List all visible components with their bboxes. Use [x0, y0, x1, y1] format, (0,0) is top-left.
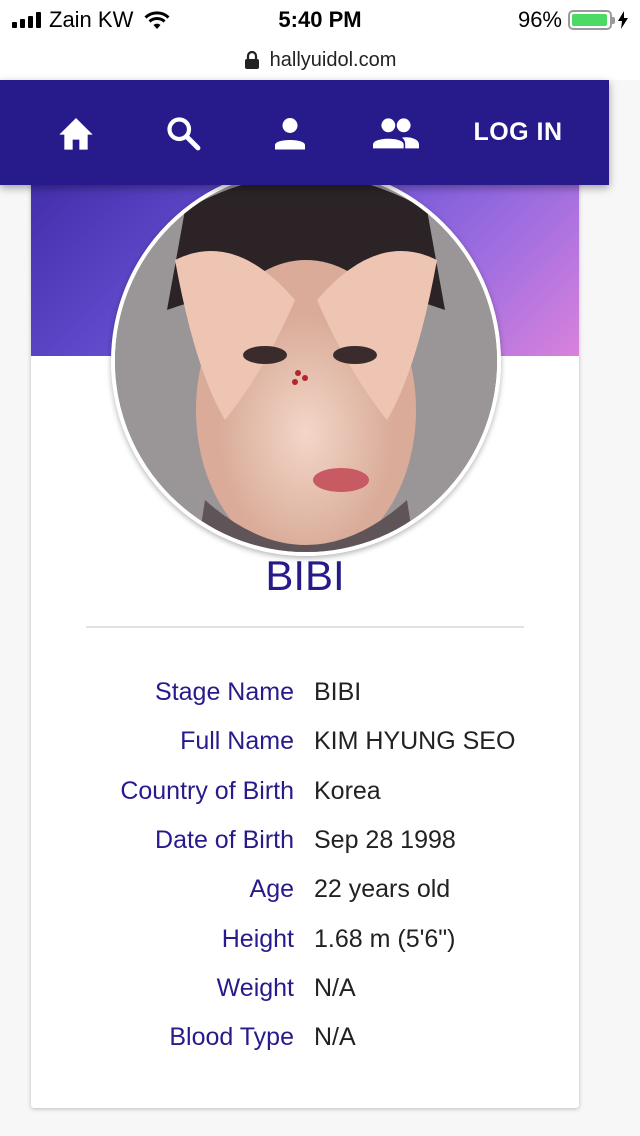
- battery-info: 96%: [517, 7, 628, 32]
- groups-button[interactable]: [368, 80, 424, 185]
- battery-level: [572, 14, 607, 26]
- detail-label: Height: [221, 925, 294, 953]
- profile-button[interactable]: [264, 80, 316, 185]
- detail-label: Full Name: [180, 727, 294, 755]
- detail-row-full-name: Full Name KIM HYUNG SEO: [31, 727, 579, 767]
- detail-row-date-of-birth: Date of Birth Sep 28 1998: [31, 826, 579, 866]
- top-navbar: LOG IN: [0, 80, 609, 185]
- detail-value: N/A: [314, 1023, 356, 1051]
- detail-value: Sep 28 1998: [314, 826, 456, 854]
- battery-icon: [568, 10, 615, 30]
- detail-label: Weight: [216, 974, 294, 1002]
- lock-icon: [244, 50, 259, 69]
- url-text: hallyuidol.com: [269, 48, 397, 71]
- detail-label: Age: [249, 875, 294, 903]
- detail-row-blood-type: Blood Type N/A: [31, 1023, 579, 1063]
- person-icon: [275, 117, 305, 149]
- address-bar[interactable]: hallyuidol.com: [0, 40, 640, 80]
- detail-value: 1.68 m (5'6"): [314, 925, 456, 953]
- detail-value: N/A: [314, 974, 356, 1002]
- home-button[interactable]: [50, 80, 102, 185]
- detail-value: 22 years old: [314, 875, 451, 903]
- profile-photo: [111, 166, 501, 556]
- detail-value: KIM HYUNG SEO: [314, 727, 516, 755]
- detail-row-age: Age 22 years old: [31, 875, 579, 915]
- detail-value: BIBI: [314, 678, 362, 706]
- search-button[interactable]: [158, 80, 208, 185]
- detail-label: Country of Birth: [120, 777, 294, 805]
- detail-row-country-of-birth: Country of Birth Korea: [31, 777, 579, 817]
- search-icon: [167, 116, 201, 150]
- detail-row-stage-name: Stage Name BIBI: [31, 678, 579, 718]
- status-bar: Zain KW 5:40 PM 96%: [0, 0, 640, 40]
- battery-percent: 96%: [517, 7, 562, 32]
- divider: [86, 626, 524, 628]
- idol-name: BIBI: [265, 552, 345, 599]
- detail-label: Blood Type: [169, 1023, 294, 1051]
- detail-value: Korea: [314, 777, 381, 805]
- group-icon: [373, 117, 419, 148]
- login-link[interactable]: LOG IN: [470, 80, 566, 185]
- login-label: LOG IN: [473, 118, 563, 146]
- detail-row-height: Height 1.68 m (5'6"): [31, 925, 579, 965]
- portrait-image: [115, 170, 497, 552]
- detail-label: Date of Birth: [155, 826, 294, 854]
- profile-card: BIBI Stage Name BIBI Full Name KIM HYUNG…: [31, 150, 579, 1108]
- charging-bolt-icon: [618, 11, 628, 29]
- home-icon: [59, 117, 93, 150]
- detail-label: Stage Name: [155, 678, 294, 706]
- detail-row-weight: Weight N/A: [31, 974, 579, 1014]
